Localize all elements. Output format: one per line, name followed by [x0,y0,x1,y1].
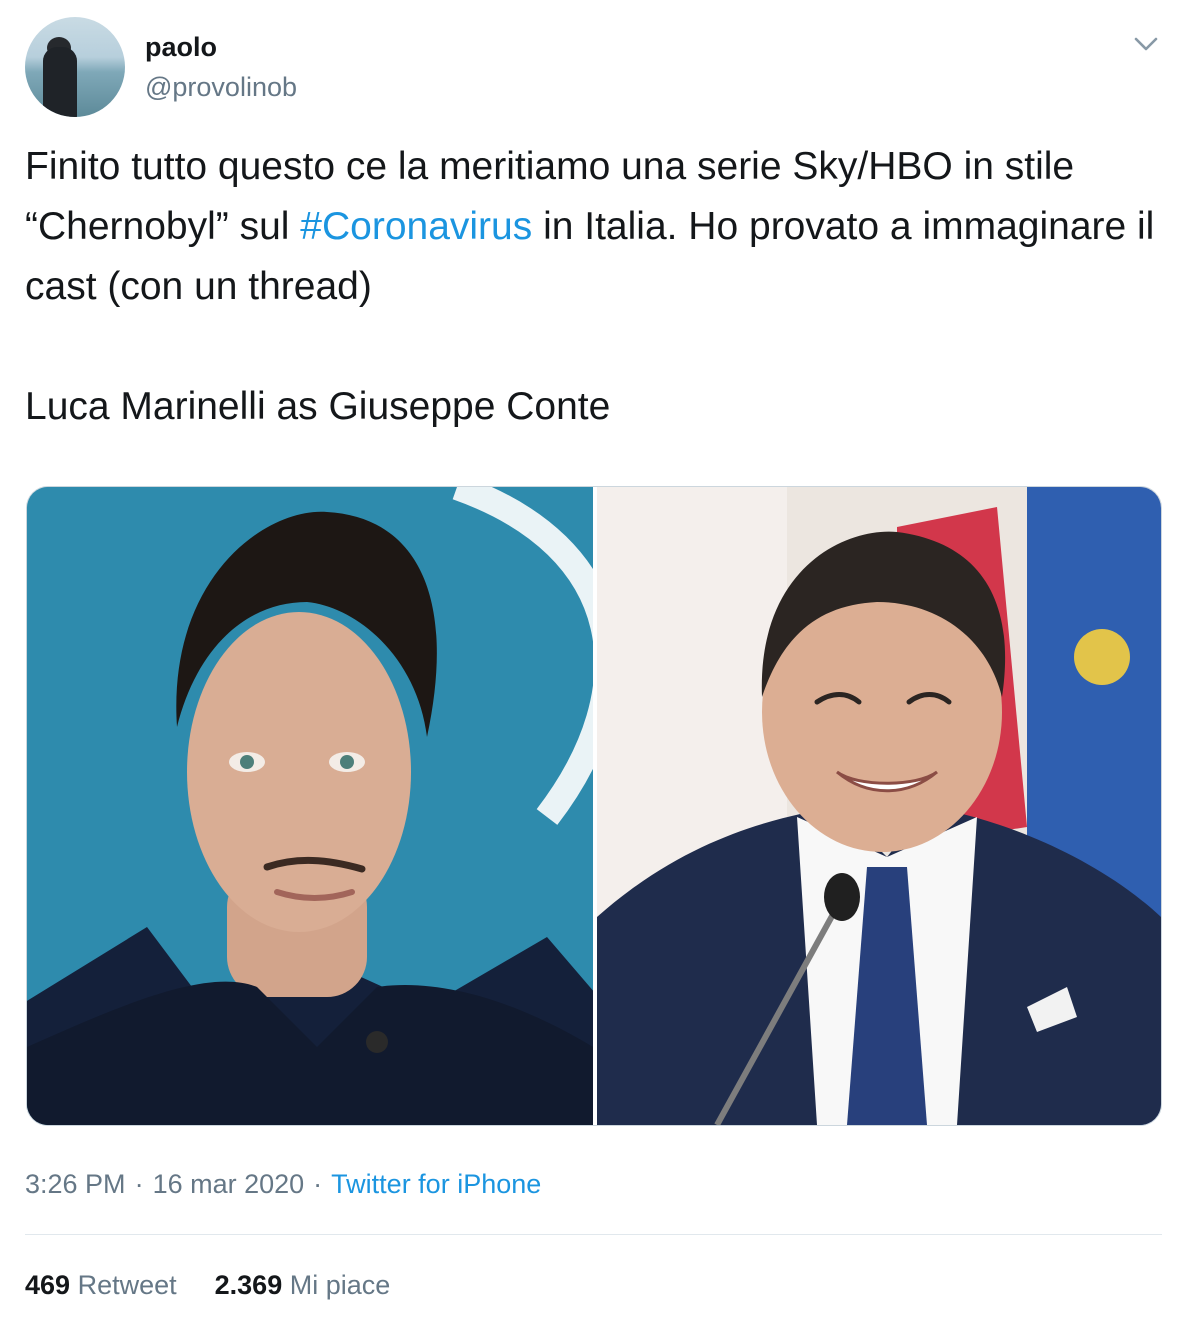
author-name[interactable]: paolo [145,30,217,64]
photo-2[interactable] [597,487,1161,1125]
likes-count: 2.369 [214,1270,283,1300]
likes-stat[interactable]: 2.369 Mi piace [215,1270,391,1300]
photo-2-illustration [597,487,1161,1125]
author-handle[interactable]: @provolinob [145,70,297,104]
avatar-figure-shape [43,47,77,117]
media-grid [26,486,1162,1126]
tweet-stats: 469 Retweet 2.369 Mi piace [25,1267,390,1303]
tweet-date[interactable]: 16 mar 2020 [153,1169,305,1199]
meta-separator: · [313,1169,323,1199]
tweet-time[interactable]: 3:26 PM [25,1169,126,1199]
tweet-paragraph-1: Finito tutto questo ce la meritiamo una … [25,137,1165,317]
tweet-source-link[interactable]: Twitter for iPhone [331,1169,541,1199]
avatar[interactable] [25,17,125,117]
photo-1[interactable] [27,487,593,1125]
divider [25,1234,1162,1235]
retweets-label: Retweet [77,1270,177,1300]
tweet: paolo @provolinob Finito tutto questo ce… [0,0,1198,1330]
tweet-text: Finito tutto questo ce la meritiamo una … [25,137,1165,437]
photo-1-illustration [27,487,593,1125]
likes-label: Mi piace [289,1270,391,1300]
tweet-meta: 3:26 PM · 16 mar 2020 · Twitter for iPhone [25,1166,541,1202]
chevron-down-icon[interactable] [1131,32,1161,56]
tweet-paragraph-2: Luca Marinelli as Giuseppe Conte [25,385,611,428]
retweets-stat[interactable]: 469 Retweet [25,1270,177,1300]
retweets-count: 469 [25,1270,71,1300]
meta-separator: · [134,1169,144,1199]
hashtag-link[interactable]: #Coronavirus [300,205,532,248]
